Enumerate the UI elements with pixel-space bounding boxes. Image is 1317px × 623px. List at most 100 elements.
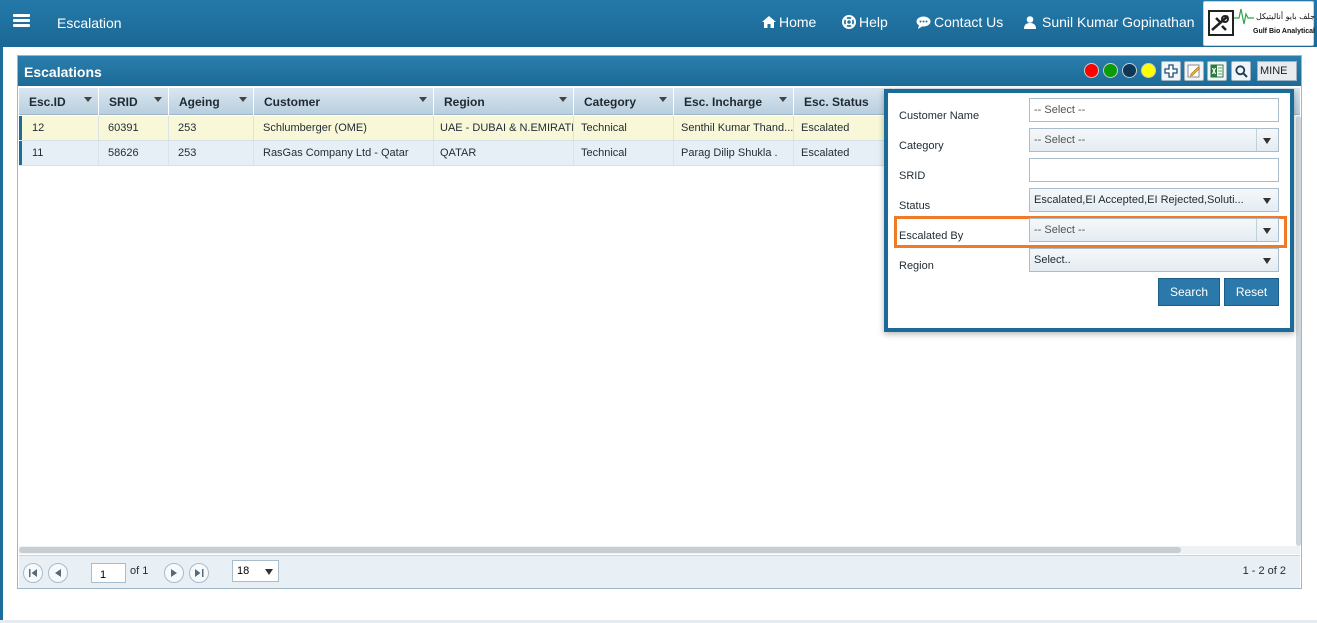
column-header-label: Ageing	[179, 95, 220, 109]
help-link[interactable]: Help	[842, 14, 888, 30]
column-menu-chevron-icon[interactable]	[419, 97, 427, 102]
column-header-label: Region	[444, 95, 485, 109]
user-name: Sunil Kumar Gopinathan	[1042, 14, 1195, 30]
hamburger-menu-icon[interactable]	[13, 14, 30, 28]
add-button[interactable]	[1161, 61, 1181, 81]
cell-customer: Schlumberger (OME)	[254, 116, 434, 140]
first-page-icon	[28, 569, 37, 577]
column-menu-chevron-icon[interactable]	[84, 97, 92, 102]
status-filter-yellow[interactable]	[1141, 63, 1156, 78]
chevron-down-icon	[1263, 228, 1271, 234]
user-menu[interactable]: Sunil Kumar Gopinathan	[1024, 14, 1195, 30]
mine-toggle-button[interactable]: MINE	[1257, 61, 1297, 81]
column-header-esc-id[interactable]: Esc.ID	[19, 88, 99, 115]
column-header-customer[interactable]: Customer	[254, 88, 434, 115]
column-menu-chevron-icon[interactable]	[154, 97, 162, 102]
column-header-label: Category	[584, 95, 637, 109]
column-header-category[interactable]: Category	[574, 88, 674, 115]
plus-icon	[1164, 64, 1178, 78]
reset-button[interactable]: Reset	[1224, 278, 1279, 306]
contact-us-label: Contact Us	[934, 14, 1004, 30]
home-icon	[762, 16, 776, 28]
dropdown-button[interactable]	[1256, 129, 1278, 151]
escalated-by-select[interactable]: -- Select --	[1029, 218, 1279, 242]
status-filter-red[interactable]	[1084, 63, 1099, 78]
column-header-label: Customer	[264, 95, 321, 109]
last-page-icon	[194, 569, 203, 577]
escalated-by-label: Escalated By	[899, 230, 964, 242]
vertical-scrollbar[interactable]	[1294, 116, 1302, 546]
status-select-value: Escalated,EI Accepted,EI Rejected,Soluti…	[1034, 194, 1244, 206]
table-row[interactable]: 12 60391 253 Schlumberger (OME) UAE - DU…	[19, 116, 889, 141]
page-number-input[interactable]	[91, 563, 126, 583]
category-select[interactable]: -- Select --	[1029, 128, 1279, 152]
status-filter-navy[interactable]	[1122, 63, 1137, 78]
column-header-srid[interactable]: SRID	[99, 88, 169, 115]
srid-label: SRID	[899, 170, 926, 182]
column-menu-chevron-icon[interactable]	[559, 97, 567, 102]
search-filter-popup: Customer Name -- Select -- Category -- S…	[884, 89, 1294, 332]
lifebuoy-icon	[842, 15, 856, 29]
customer-name-label: Customer Name	[899, 110, 980, 122]
column-header-esc-status[interactable]: Esc. Status	[794, 88, 894, 115]
contact-us-link[interactable]: Contact Us	[916, 14, 1003, 30]
column-menu-chevron-icon[interactable]	[659, 97, 667, 102]
search-toggle-button[interactable]	[1231, 61, 1251, 81]
srid-input[interactable]	[1029, 158, 1279, 182]
home-link-label: Home	[779, 14, 817, 30]
last-page-button[interactable]	[189, 563, 209, 583]
pager-bar: of 1 18 1 - 2 of 2	[19, 555, 1300, 588]
vertical-scroll-thumb[interactable]	[1296, 116, 1301, 546]
page-count-label: of 1	[130, 565, 149, 577]
column-header-region[interactable]: Region	[434, 88, 574, 115]
cell-esc-incharge: Senthil Kumar Thand...	[674, 116, 794, 140]
logo-mark-icon	[1208, 10, 1234, 36]
excel-icon	[1210, 64, 1224, 78]
edit-button[interactable]	[1184, 61, 1204, 81]
cell-category: Technical	[574, 141, 674, 165]
chevron-down-icon	[1263, 258, 1271, 264]
cell-customer: RasGas Company Ltd - Qatar	[254, 141, 434, 165]
first-page-button[interactable]	[23, 563, 43, 583]
cell-esc-id: 12	[19, 116, 99, 140]
next-page-button[interactable]	[164, 563, 184, 583]
category-label: Category	[899, 140, 944, 152]
escalated-by-select-value: -- Select --	[1034, 224, 1086, 236]
horizontal-scrollbar[interactable]	[19, 546, 1300, 554]
page-size-value: 18	[237, 565, 250, 577]
cell-region: QATAR	[434, 141, 574, 165]
chevron-down-icon	[1263, 198, 1271, 204]
chevron-down-icon	[265, 569, 273, 575]
column-menu-chevron-icon[interactable]	[779, 97, 787, 102]
column-menu-chevron-icon[interactable]	[239, 97, 247, 102]
cell-esc-incharge: Parag Dilip Shukla .	[674, 141, 794, 165]
column-header-label: Esc. Status	[804, 95, 869, 109]
previous-page-button[interactable]	[48, 563, 68, 583]
region-select[interactable]: Select..	[1029, 248, 1279, 272]
cell-ageing: 253	[169, 141, 254, 165]
column-header-esc-incharge[interactable]: Esc. Incharge	[674, 88, 794, 115]
dropdown-button[interactable]	[1256, 219, 1278, 241]
search-button[interactable]: Search	[1158, 278, 1220, 306]
export-excel-button[interactable]	[1207, 61, 1227, 81]
cell-region: UAE - DUBAI & N.EMIRATES	[434, 116, 574, 140]
column-header-ageing[interactable]: Ageing	[169, 88, 254, 115]
pulse-line-icon	[1234, 8, 1254, 25]
edit-pencil-icon	[1187, 64, 1200, 78]
customer-name-field[interactable]: -- Select --	[1029, 98, 1279, 122]
horizontal-scroll-thumb[interactable]	[19, 547, 1181, 553]
logo-arabic-text: جلف بايو أناليتيكل	[1256, 12, 1316, 21]
column-header-label: Esc. Incharge	[684, 95, 763, 109]
cell-category: Technical	[574, 116, 674, 140]
column-header-label: SRID	[109, 95, 138, 109]
cell-srid: 58626	[99, 141, 169, 165]
status-label: Status	[899, 200, 931, 212]
column-header-label: Esc.ID	[29, 95, 66, 109]
page-size-select[interactable]: 18	[232, 560, 279, 582]
home-link[interactable]: Home	[762, 14, 816, 30]
status-select[interactable]: Escalated,EI Accepted,EI Rejected,Soluti…	[1029, 188, 1279, 212]
category-select-value: -- Select --	[1034, 134, 1086, 146]
region-select-value: Select..	[1034, 254, 1071, 266]
table-row[interactable]: 11 58626 253 RasGas Company Ltd - Qatar …	[19, 141, 889, 166]
status-filter-green[interactable]	[1103, 63, 1118, 78]
